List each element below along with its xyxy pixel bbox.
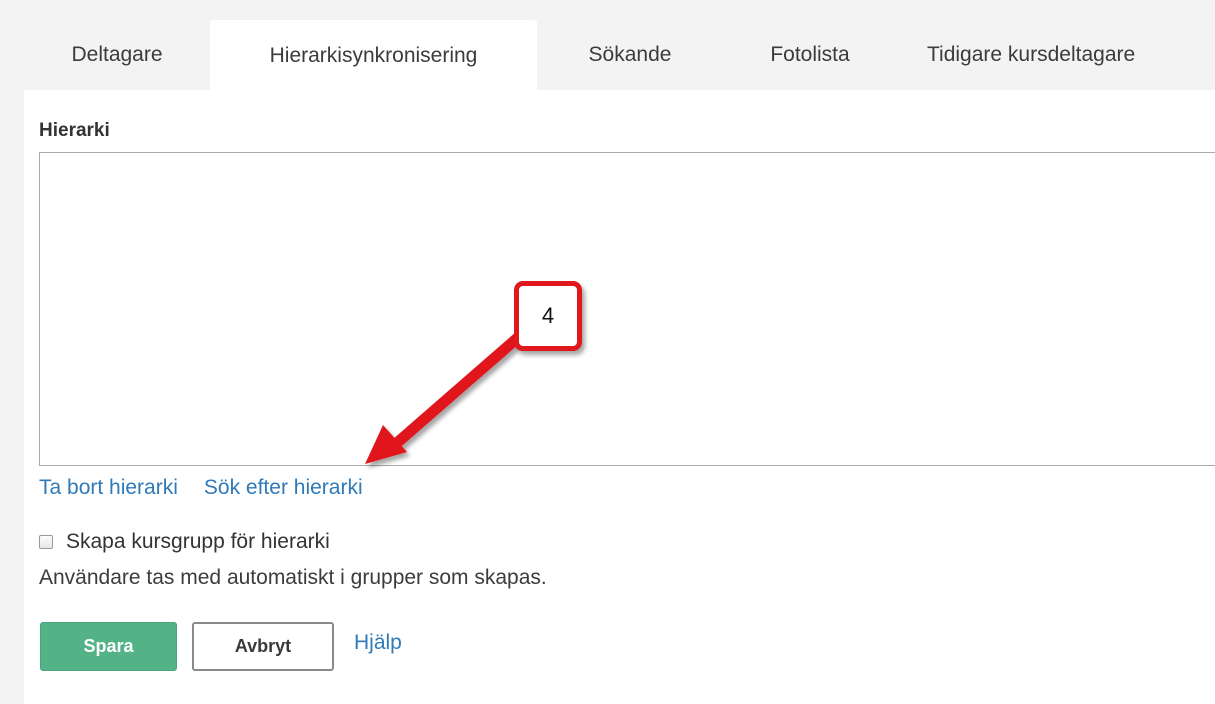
hierarchy-list[interactable] (39, 152, 1215, 466)
hierarchy-label: Hierarki (39, 120, 110, 141)
cancel-button[interactable]: Avbryt (192, 622, 334, 671)
hierarchy-sync-panel: Hierarki Ta bort hierarki Sök efter hiera… (24, 90, 1215, 704)
course-group-checkbox-label[interactable]: Skapa kursgrupp för hierarki (66, 530, 330, 554)
tab-fotolista[interactable]: Fotolista (723, 20, 897, 90)
tab-label: Deltagare (71, 43, 163, 66)
tab-label: Hierarkisynkronisering (269, 43, 478, 67)
hierarchy-links: Ta bort hierarki Sök efter hierarki (39, 476, 363, 500)
tab-label: Fotolista (770, 43, 850, 66)
tab-tidigare-kursdeltagare[interactable]: Tidigare kursdeltagare (897, 20, 1215, 90)
tab-hierarkisynkronisering[interactable]: Hierarkisynkronisering (210, 20, 537, 91)
save-button[interactable]: Spara (40, 622, 177, 671)
course-group-checkbox[interactable] (39, 535, 53, 549)
search-hierarchy-link[interactable]: Sök efter hierarki (204, 476, 363, 499)
step-number: 4 (541, 303, 555, 328)
help-link[interactable]: Hjälp (354, 631, 402, 655)
course-group-help-text: Användare tas med automatiskt i grupper … (39, 566, 547, 589)
step-number-callout: 4 (514, 281, 582, 351)
tab-sokande[interactable]: Sökande (537, 20, 723, 90)
tab-bar: Deltagare Hierarkisynkronisering Sökande… (24, 20, 1215, 91)
course-group-option: Skapa kursgrupp för hierarki (39, 530, 330, 554)
tab-deltagare[interactable]: Deltagare (24, 20, 210, 90)
tab-label: Tidigare kursdeltagare (927, 43, 1136, 66)
remove-hierarchy-link[interactable]: Ta bort hierarki (39, 476, 178, 499)
tab-label: Sökande (588, 43, 672, 66)
